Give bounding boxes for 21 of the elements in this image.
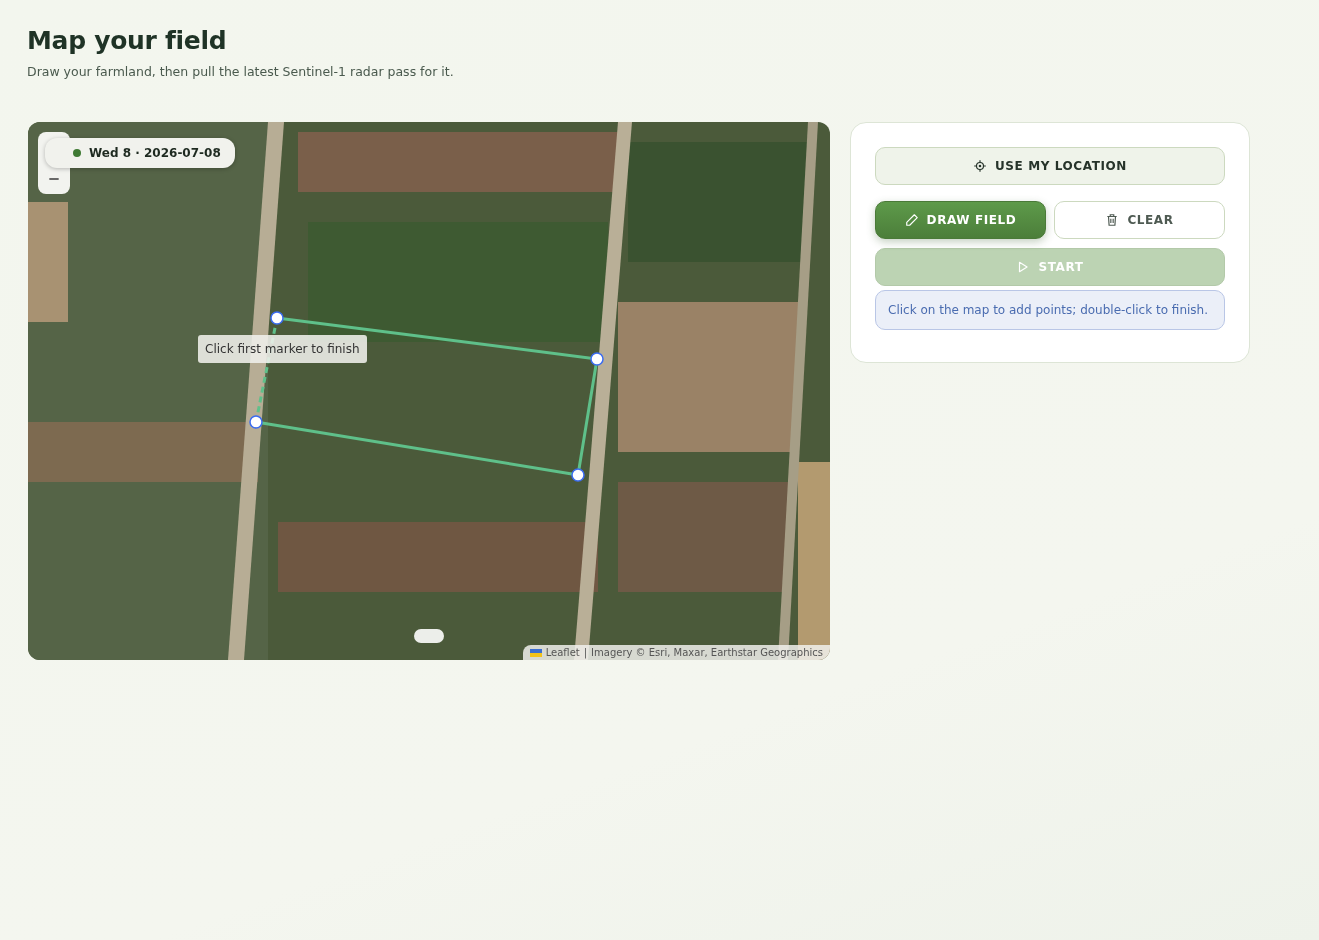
status-dot [73, 149, 81, 157]
draw-field-button[interactable]: DRAW FIELD [875, 201, 1046, 239]
page-subtitle: Draw your farmland, then pull the latest Sentinel-1 radar pass for it. [27, 64, 455, 79]
separator-mark: | [583, 647, 588, 658]
scale-pill [414, 629, 444, 643]
attribution-text: Imagery © Esri, Maxar, Earthstar Geographics [591, 647, 823, 658]
date-label: Wed 8 · 2026-07-08 [89, 146, 221, 160]
location-icon [972, 159, 987, 173]
map-tooltip: Click first marker to finish [198, 335, 367, 363]
hint-message: Click on the map to add points; double-click to finish. [875, 290, 1225, 330]
clear-button[interactable]: CLEAR [1054, 201, 1225, 239]
vertex-handle[interactable] [571, 468, 585, 482]
pencil-icon [904, 213, 919, 227]
flag-icon [529, 648, 542, 657]
page-title: Map your field [27, 26, 228, 55]
trash-icon [1105, 213, 1120, 227]
leaflet-link[interactable]: Leaflet [545, 647, 580, 658]
vertex-handle[interactable] [590, 352, 604, 366]
vertex-handle[interactable] [249, 415, 263, 429]
location-button[interactable]: USE MY LOCATION [875, 147, 1225, 185]
vertex-handle[interactable] [270, 311, 284, 325]
